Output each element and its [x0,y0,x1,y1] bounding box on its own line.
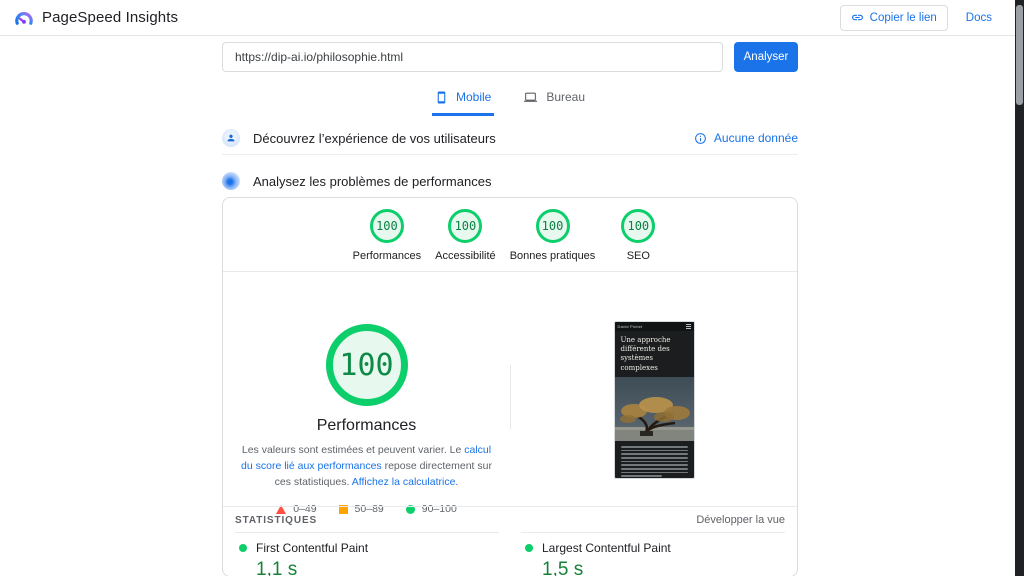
hamburger-menu-icon [686,324,691,329]
screenshot-header-bar: David Pichet [615,322,694,331]
text-line [621,472,688,474]
speedometer-icon [222,172,240,190]
app-title: PageSpeed Insights [42,9,178,26]
pagespeed-insights-app: PageSpeed Insights Copier le lien Docs A… [0,0,1024,576]
top-app-bar: PageSpeed Insights Copier le lien Docs [0,0,1024,36]
metric-lcp: Largest Contentful Paint 1,5 s [521,532,785,576]
topbar-actions: Copier le lien Docs [840,5,992,31]
tab-bureau[interactable]: Bureau [520,83,588,116]
brand[interactable]: PageSpeed Insights [14,9,178,26]
desktop-icon [523,91,538,104]
page-scrollbar[interactable] [1015,0,1024,576]
pagespeed-logo-icon [14,10,34,26]
gauge-accessibilite[interactable]: 100 Accessibilité [435,209,496,262]
green-dot-icon [239,544,247,552]
metrics-grid: First Contentful Paint 1,1 s Largest Con… [223,532,797,576]
tab-mobile[interactable]: Mobile [432,83,494,116]
gauge-label: Accessibilité [435,250,496,262]
gauge-performances[interactable]: 100 Performances [353,209,421,262]
users-icon [222,129,240,147]
text-line [621,450,688,452]
metric-value: 1,1 s [256,559,499,576]
tab-bureau-label: Bureau [546,90,585,104]
bonsai-tree-image [615,377,694,441]
metric-name: First Contentful Paint [256,541,368,555]
score-circle: 100 [370,209,404,243]
screenshot-site-brand: David Pichet [618,324,643,329]
score-circle: 100 [536,209,570,243]
text-line [621,461,688,463]
copy-link-button[interactable]: Copier le lien [840,5,948,31]
text-line [621,475,663,477]
gauge-bonnes-pratiques[interactable]: 100 Bonnes pratiques [510,209,596,262]
metric-name: Largest Contentful Paint [542,541,671,555]
no-data-status[interactable]: Aucune donnée [694,131,798,145]
info-icon [694,132,707,145]
user-experience-section: Découvrez l’expérience de vos utilisateu… [222,122,798,155]
score-circle: 100 [448,209,482,243]
url-input[interactable] [222,42,723,72]
report-card: 100 Performances 100 Accessibilité 100 B… [222,197,798,576]
screenshot-heading: Une approche différente des systèmes com… [615,331,694,377]
copy-link-label: Copier le lien [870,12,937,24]
diagnose-title: Analysez les problèmes de performances [253,174,491,189]
metric-fcp: First Contentful Paint 1,1 s [235,532,499,576]
gauge-label: Bonnes pratiques [510,250,596,262]
performance-title: Performances [223,417,510,435]
text-line [621,457,688,459]
performance-overview: 100 Performances Les valeurs sont estimé… [223,272,797,506]
gauge-label: SEO [627,250,650,262]
text-line [621,464,688,466]
statistics-title: STATISTIQUES [235,515,317,526]
metric-value: 1,5 s [542,559,785,576]
performance-score-circle: 100 [326,324,408,406]
metric-name-row: First Contentful Paint [235,541,499,555]
green-dot-icon [525,544,533,552]
statistics-section: STATISTIQUES Développer la vue First Con… [223,506,797,576]
docs-link[interactable]: Docs [966,12,992,24]
text-line [621,468,688,470]
link-icon [851,11,864,24]
text-line [621,453,688,455]
metric-name-row: Largest Contentful Paint [521,541,785,555]
device-tabs: Mobile Bureau [222,83,798,116]
description-text: Les valeurs sont estimées et peuvent var… [242,444,464,456]
url-analyze-row: Analyser [222,42,798,72]
user-experience-title: Découvrez l’expérience de vos utilisateu… [253,131,496,146]
category-gauges: 100 Performances 100 Accessibilité 100 B… [223,198,797,262]
screenshot-body-text-skeleton [615,441,694,479]
page-screenshot-thumbnail[interactable]: David Pichet Une approche différente des… [614,321,695,479]
gauge-label: Performances [353,250,421,262]
performance-description: Les valeurs sont estimées et peuvent var… [240,443,494,490]
analyze-button[interactable]: Analyser [734,42,798,72]
no-data-label: Aucune donnée [714,131,798,145]
performance-score-panel: 100 Performances Les valeurs sont estimé… [223,272,510,515]
expand-view-link[interactable]: Développer la vue [696,514,785,526]
screenshot-panel: David Pichet Une approche différente des… [511,272,797,479]
text-line [621,446,688,448]
score-circle: 100 [621,209,655,243]
tab-mobile-label: Mobile [456,90,491,104]
scrollbar-thumb[interactable] [1016,5,1023,105]
gauge-seo[interactable]: 100 SEO [609,209,667,262]
diagnose-section: Analysez les problèmes de performances [222,166,798,196]
mobile-icon [435,91,448,104]
calculator-link[interactable]: Affichez la calculatrice. [352,476,459,488]
main-content: Analyser Mobile Bureau [222,36,798,576]
statistics-header: STATISTIQUES Développer la vue [223,507,797,532]
